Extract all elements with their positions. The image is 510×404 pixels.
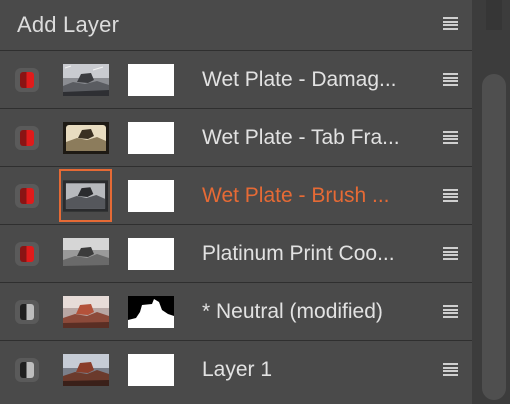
layer-mask[interactable] [128,180,174,212]
layer-toggle-icon[interactable] [15,358,39,382]
layer-name: Layer 1 [202,358,273,381]
layer-row[interactable]: Platinum Print Coo... [0,225,472,283]
menu-icon[interactable] [443,247,458,260]
layer-toggle-icon[interactable] [15,242,39,266]
layer-mask[interactable] [128,354,174,386]
layer-row[interactable]: * Neutral (modified) [0,283,472,341]
layer-thumbnail[interactable] [63,64,109,96]
layer-toggle-icon[interactable] [15,300,39,324]
layer-name: * Neutral (modified) [202,300,383,323]
menu-icon[interactable] [443,73,458,86]
layer-row-selected[interactable]: Wet Plate - Brush ... [0,167,472,225]
layer-name: Wet Plate - Damag... [202,68,397,91]
menu-icon[interactable] [443,189,458,202]
layer-toggle-icon[interactable] [15,184,39,208]
scrollbar-top [486,0,502,30]
layer-name: Platinum Print Coo... [202,242,395,265]
menu-icon[interactable] [443,131,458,144]
menu-icon[interactable] [443,17,458,30]
vertical-scrollbar[interactable] [482,74,506,400]
add-layer-label: Add Layer [17,12,120,37]
layer-mask[interactable] [128,238,174,270]
layer-mask[interactable] [128,296,174,328]
layer-mask[interactable] [128,64,174,96]
layer-row[interactable]: Wet Plate - Tab Fra... [0,109,472,167]
add-layer-header[interactable]: Add Layer [0,0,472,51]
layer-thumbnail[interactable] [63,354,109,386]
layer-list: Wet Plate - Damag... Wet Plate - Tab Fra… [0,51,472,398]
menu-icon[interactable] [443,363,458,376]
layer-thumbnail[interactable] [63,238,109,270]
menu-icon[interactable] [443,305,458,318]
layer-thumbnail[interactable] [63,122,109,154]
layers-panel: Add Layer Wet Plate - Damag... Wet Plate… [0,0,472,404]
layer-row[interactable]: Wet Plate - Damag... [0,51,472,109]
layer-row[interactable]: Layer 1 [0,341,472,398]
layer-name: Wet Plate - Tab Fra... [202,126,400,149]
layer-thumbnail[interactable] [63,296,109,328]
layer-thumbnail-selected[interactable] [59,169,112,222]
layer-toggle-icon[interactable] [15,126,39,150]
layer-name: Wet Plate - Brush ... [202,184,390,207]
layer-toggle-icon[interactable] [15,68,39,92]
layer-mask[interactable] [128,122,174,154]
